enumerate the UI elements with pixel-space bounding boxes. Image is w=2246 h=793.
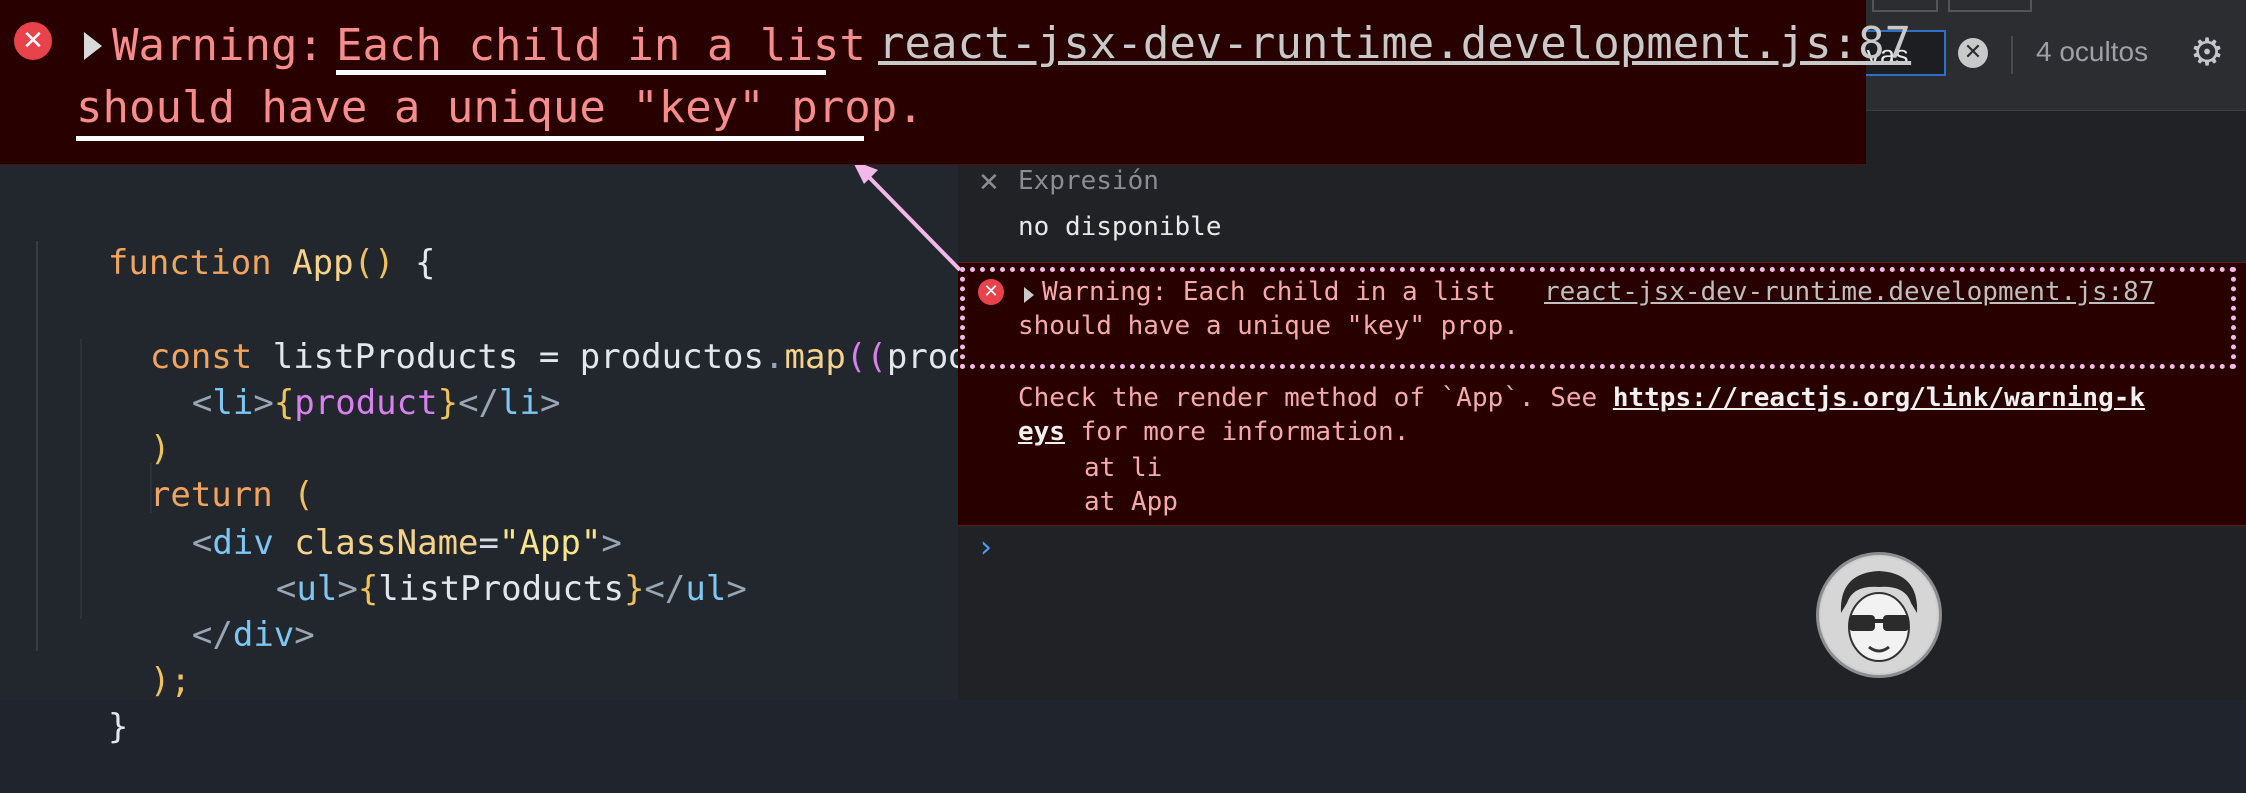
- code-line-8: </div>: [110, 569, 315, 655]
- avatar-illustration: [1821, 557, 1937, 673]
- code-line-2: const listProducts = productos.map((prod…: [68, 291, 1010, 377]
- token: >: [253, 383, 274, 423]
- zoomed-warning-callout: ✕ Warning: Each child in a list react-js…: [0, 0, 1911, 165]
- token: li: [212, 383, 254, 423]
- expression-label[interactable]: Expresión: [1018, 166, 1159, 196]
- stack-frame: at li: [1084, 453, 1163, 483]
- token: </: [458, 383, 500, 423]
- token: listProducts: [378, 569, 624, 609]
- code-line-7: <ul>{listProducts}</ul>: [194, 523, 747, 609]
- toolbar-button[interactable]: [1948, 0, 2032, 12]
- detail-text: Check the render method of `App`. See: [1018, 383, 1613, 413]
- token: {: [273, 383, 295, 423]
- token: function: [107, 243, 272, 283]
- error-line-1: Warning: Each child in a list: [1042, 277, 1496, 307]
- token: li: [499, 383, 540, 423]
- toolbar-button[interactable]: [1872, 0, 1938, 12]
- token: <: [191, 383, 213, 423]
- token: div: [232, 615, 295, 655]
- token: >: [337, 569, 358, 609]
- callout-warning-line2: should have a unique "key" prop.: [76, 82, 924, 133]
- console-error-message[interactable]: ✕ Warning: Each child in a list react-js…: [958, 262, 2246, 526]
- code-line-9: );: [68, 615, 191, 701]
- source-link[interactable]: react-jsx-dev-runtime.development.js:87: [1544, 277, 2154, 307]
- error-line-2: should have a unique "key" prop.: [1018, 311, 1519, 341]
- token: map: [784, 337, 846, 377]
- code-line-6: <div className="App">: [110, 477, 622, 563]
- token: ul: [685, 569, 727, 609]
- error-icon: ✕: [14, 22, 52, 60]
- highlight-underline: [76, 136, 864, 141]
- hidden-messages-count[interactable]: 4 ocultos: [2036, 36, 2148, 68]
- code-line-3: <li>{product}</li>: [110, 337, 561, 423]
- token: ((: [845, 337, 887, 377]
- callout-warning-highlight: Each child in a list: [336, 20, 866, 71]
- code-line-4: ): [68, 383, 170, 469]
- token: productos: [579, 337, 764, 377]
- token: App: [292, 243, 354, 283]
- docs-link-cont[interactable]: eys: [1018, 417, 1065, 447]
- token: }: [107, 707, 129, 747]
- token: .: [764, 337, 785, 377]
- code-line-10: }: [26, 661, 128, 747]
- expand-triangle-icon[interactable]: [84, 32, 102, 60]
- code-line-5: return (: [68, 429, 314, 515]
- docs-link[interactable]: https://reactjs.org/link/warning-k: [1613, 383, 2145, 413]
- prompt-chevron-icon[interactable]: ›: [980, 530, 992, 565]
- token: >: [294, 615, 315, 655]
- error-icon: ✕: [978, 279, 1004, 305]
- close-icon[interactable]: ✕: [978, 168, 1000, 198]
- error-detail: Check the render method of `App`. See ht…: [1018, 383, 2145, 413]
- code-line-1: function App() {: [26, 197, 436, 283]
- token: product: [294, 383, 438, 423]
- error-detail-cont: eys for more information.: [1018, 417, 1409, 447]
- toolbar-divider: [2011, 36, 2013, 74]
- token: }: [623, 569, 645, 609]
- token: );: [149, 661, 191, 701]
- token: >: [726, 569, 747, 609]
- expression-value: no disponible: [1018, 212, 1222, 242]
- callout-warning-prefix: Warning:: [112, 20, 351, 71]
- source-link[interactable]: react-jsx-dev-runtime.development.js:87: [878, 18, 1911, 69]
- token: }: [437, 383, 459, 423]
- token: {: [357, 569, 379, 609]
- token: (): [353, 243, 395, 283]
- highlight-underline: [336, 70, 826, 75]
- stack-frame: at App: [1084, 487, 1178, 517]
- avatar-image: [1816, 552, 1942, 678]
- token: >: [539, 383, 561, 423]
- detail-text: for more information.: [1064, 417, 1410, 447]
- token: {: [394, 243, 436, 283]
- token: </: [644, 569, 686, 609]
- code-editor[interactable]: function App() { const listProducts = pr…: [0, 165, 1010, 747]
- clear-filter-icon[interactable]: ✕: [1958, 38, 1988, 68]
- gear-icon[interactable]: ⚙: [2190, 32, 2224, 72]
- token: </: [191, 615, 233, 655]
- expand-triangle-icon[interactable]: [1024, 287, 1034, 303]
